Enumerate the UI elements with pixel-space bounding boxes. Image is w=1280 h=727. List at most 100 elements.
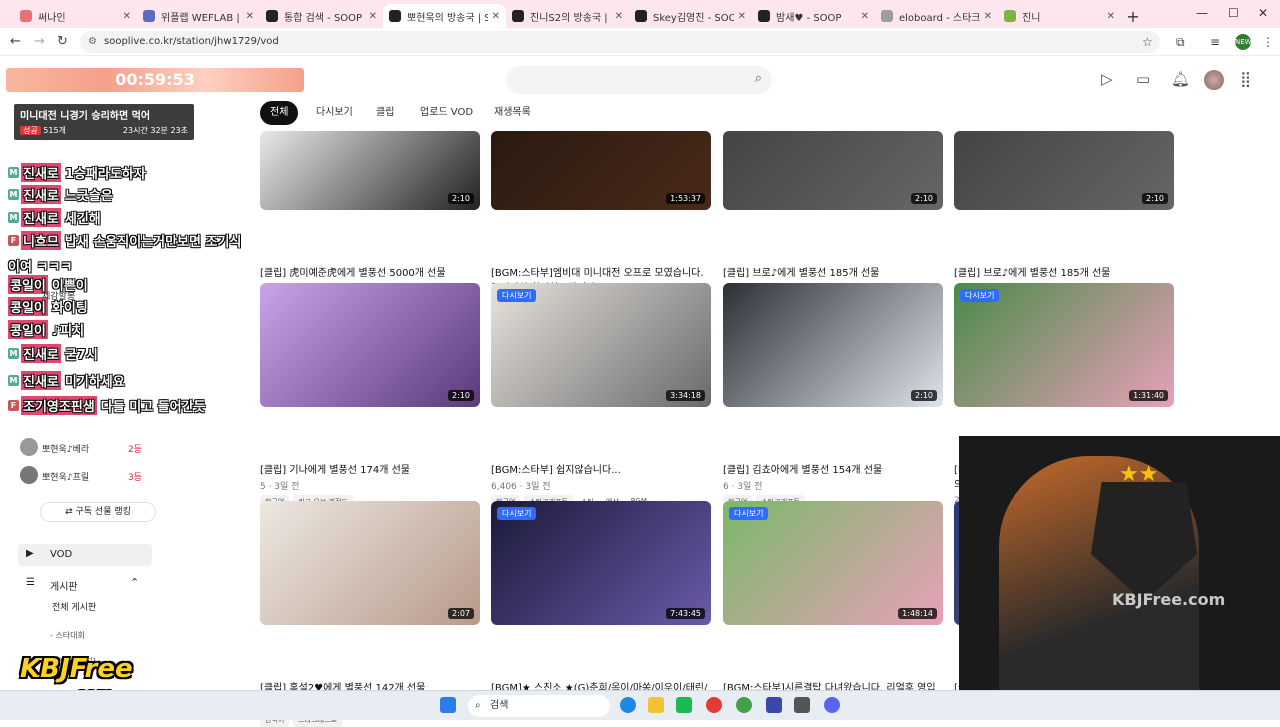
duration-badge: 1:48:14 — [898, 608, 937, 619]
video-thumbnail[interactable]: 다시보기 7:43:45 — [491, 501, 711, 625]
filter-playlist[interactable]: 재생목록 — [484, 101, 541, 125]
tab-7[interactable]: eloboard - 스타크래 ✕ — [875, 4, 998, 28]
chrome-dev-icon[interactable] — [736, 697, 752, 713]
side-label: 제감할봉 — [42, 292, 76, 302]
tab-3[interactable]: 뽀현욱의 방송국 | SO ✕ — [383, 4, 506, 28]
file-explorer-icon[interactable] — [648, 697, 664, 713]
notification-bell-icon[interactable]: 🔔︎ — [1171, 70, 1190, 88]
video-thumbnail[interactable]: 2:10 — [260, 131, 480, 210]
video-thumbnail[interactable]: 2:10 — [723, 131, 943, 210]
ranking-name: 뽀현욱♪프릴 — [42, 473, 90, 483]
search-icon[interactable]: ⌕ — [755, 71, 762, 86]
profile-avatar[interactable]: NEW — [1235, 34, 1252, 50]
close-tab-icon[interactable]: ✕ — [738, 11, 746, 22]
video-title[interactable]: [클립] 김쵸아에게 별풍선 154개 선물 — [723, 463, 943, 478]
windows-start-icon[interactable] — [440, 697, 456, 713]
gift-ranking-button[interactable]: ⇄ 구독 선물 랭킹 — [40, 502, 156, 522]
tab-title: 진니S2의 방송국 | S — [530, 12, 611, 24]
chrome-icon[interactable] — [706, 697, 722, 713]
tab-title: 밤새♥ - SOOP — [776, 12, 842, 24]
vod-upload-icon[interactable]: ▷ — [1101, 70, 1113, 88]
close-tab-icon[interactable]: ✕ — [1107, 11, 1115, 22]
live-broadcast-icon[interactable]: ▭ — [1136, 70, 1150, 88]
app-icon[interactable] — [794, 697, 810, 713]
tab-6[interactable]: 밤새♥ - SOOP ✕ — [752, 4, 875, 28]
taskbar-search[interactable]: ⌕ 검색 — [468, 695, 610, 717]
back-icon[interactable]: ← — [10, 34, 21, 49]
chevron-up-icon[interactable]: ⌃ — [130, 576, 139, 589]
video-title[interactable]: [클립] 虎미예준虎에게 별풍선 5000개 선물 — [260, 266, 480, 281]
filter-clip[interactable]: 클립 — [366, 101, 404, 125]
replay-badge: 다시보기 — [497, 507, 537, 520]
app-icon[interactable] — [766, 697, 782, 713]
tab-0[interactable]: 써나인 ✕ — [14, 4, 137, 28]
naver-icon[interactable] — [676, 697, 692, 713]
sidebar-item-all-board[interactable]: 전체 게시판 — [52, 600, 96, 613]
star-icon: ★★ — [1119, 462, 1159, 487]
chat-message: M 진새로 굳7시 — [8, 344, 98, 363]
filter-upload-vod[interactable]: 업로드 VOD — [410, 101, 483, 125]
minimize-button[interactable]: — — [1196, 6, 1208, 20]
video-thumbnail[interactable]: 1:53:37 — [491, 131, 711, 210]
video-title[interactable]: [클립] 기나에게 별풍선 174개 선물 — [260, 463, 480, 478]
apps-grid-icon[interactable]: ⣿ — [1240, 70, 1251, 88]
video-thumbnail[interactable]: 2:10 — [260, 283, 480, 407]
video-thumbnail[interactable]: 다시보기 3:34:18 — [491, 283, 711, 407]
video-title[interactable]: [BGM:스타부] 쉽지않습니다... — [491, 463, 711, 478]
browser-menu-icon[interactable]: ⋮ — [1262, 35, 1274, 49]
chat-text: 다들 미고 들어간듯 — [100, 400, 206, 415]
favicon-icon — [20, 10, 32, 22]
close-tab-icon[interactable]: ✕ — [984, 11, 992, 22]
tab-5[interactable]: Skey김영진 - SOOP ✕ — [629, 4, 752, 28]
chat-nickname: 조기영조핀샘 — [21, 396, 97, 415]
new-tab-button[interactable]: + — [1121, 4, 1145, 28]
tab-4[interactable]: 진니S2의 방송국 | S ✕ — [506, 4, 629, 28]
forward-icon[interactable]: → — [34, 34, 45, 49]
close-tab-icon[interactable]: ✕ — [492, 11, 500, 22]
close-tab-icon[interactable]: ✕ — [123, 11, 131, 22]
discord-icon[interactable] — [824, 697, 840, 713]
tab-1[interactable]: 위플랩 WEFLAB | 위 ✕ — [137, 4, 260, 28]
video-thumbnail[interactable]: 2:07 — [260, 501, 480, 625]
taskbar-search-label: 검색 — [490, 700, 509, 711]
extensions-icon[interactable]: ⧉ — [1176, 35, 1185, 50]
sidebar-item-label: VOD — [50, 549, 73, 560]
reload-icon[interactable]: ↻ — [57, 34, 68, 49]
site-search-input[interactable]: ⌕ — [506, 66, 772, 94]
chat-message: M 진새로 미기하세요 — [8, 371, 125, 390]
close-tab-icon[interactable]: ✕ — [861, 11, 869, 22]
video-thumbnail[interactable]: 2:10 — [954, 131, 1174, 210]
sidebar-item-board[interactable]: ☰ 게시판 ⌃ — [18, 574, 152, 594]
tab-2[interactable]: 통합 검색 - SOOP ✕ — [260, 4, 383, 28]
video-thumbnail[interactable]: 다시보기 1:48:14 — [723, 501, 943, 625]
site-info-icon[interactable]: ⚙ — [88, 31, 97, 53]
close-tab-icon[interactable]: ✕ — [246, 11, 254, 22]
user-avatar[interactable] — [1204, 70, 1224, 90]
close-tab-icon[interactable]: ✕ — [369, 11, 377, 22]
video-thumbnail[interactable]: 다시보기 1:31:40 — [954, 283, 1174, 407]
url-field[interactable]: ⚙ sooplive.co.kr/station/jhw1729/vod — [80, 31, 1160, 53]
sidebar-item-vod[interactable]: ▶ VOD — [18, 544, 152, 566]
bookmark-star-icon[interactable]: ☆ — [1142, 35, 1153, 49]
reading-list-icon[interactable]: ≡ — [1210, 35, 1220, 49]
close-tab-icon[interactable]: ✕ — [615, 11, 623, 22]
video-title[interactable]: [클립] 브로♪에게 별풍선 185개 선물 — [723, 266, 943, 281]
sidebar-item-label: 스타대회 — [55, 631, 85, 640]
duration-badge: 2:07 — [448, 608, 474, 619]
filter-replay[interactable]: 다시보기 — [306, 101, 363, 125]
chat-nickname: 진새로 — [21, 163, 61, 182]
video-thumbnail[interactable]: 2:10 — [723, 283, 943, 407]
chat-text: 밥새 손움직이는거만보면 조기식 — [64, 235, 242, 250]
edge-icon[interactable] — [620, 697, 636, 713]
close-window-button[interactable]: ✕ — [1258, 6, 1268, 20]
filter-all[interactable]: 전체 — [260, 101, 299, 125]
video-title[interactable]: [클립] 브로♪에게 별풍선 185개 선물 — [954, 266, 1174, 281]
tab-title: 위플랩 WEFLAB | 위 — [161, 12, 242, 24]
tab-title: 진니 — [1022, 12, 1041, 24]
duration-badge: 2:10 — [448, 390, 474, 401]
duration-badge: 2:10 — [911, 390, 937, 401]
swap-icon: ⇄ — [65, 507, 76, 517]
tab-8[interactable]: 진니 ✕ — [998, 4, 1121, 28]
sidebar-item-star-event[interactable]: - 스타대회 — [50, 630, 85, 641]
maximize-button[interactable]: ☐ — [1228, 6, 1239, 20]
